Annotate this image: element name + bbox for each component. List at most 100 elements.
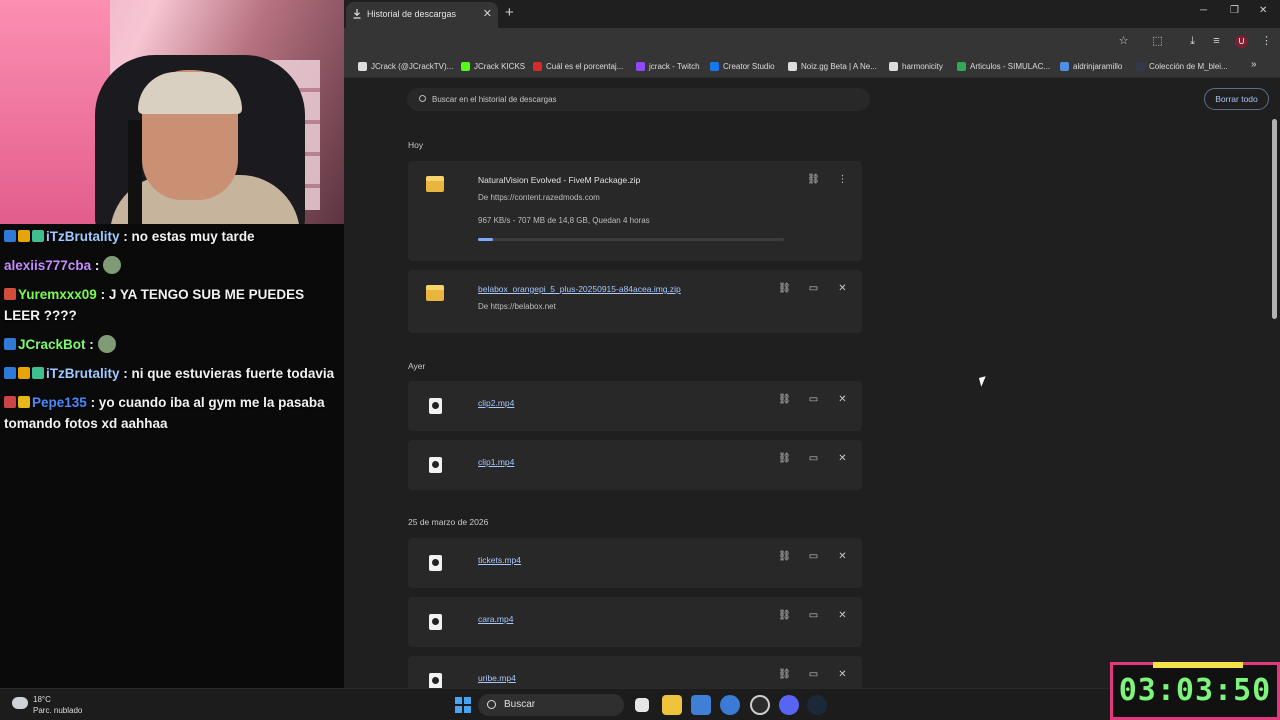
remove-item-icon[interactable]: ✕ <box>836 551 849 562</box>
bookmark-favicon-icon <box>957 62 966 71</box>
download-filename[interactable]: cara.mp4 <box>478 614 513 624</box>
download-item[interactable]: uribe.mp4 ⛓ ▭ ✕ <box>408 656 862 688</box>
bookmark-item[interactable]: JCrack KICKS <box>461 56 525 78</box>
copy-link-icon[interactable]: ⛓ <box>778 610 791 621</box>
download-source: De https://content.razedmods.com <box>478 193 600 202</box>
bookmark-label: JCrack KICKS <box>474 62 526 71</box>
folder-zip-icon <box>426 285 444 301</box>
clear-all-button[interactable]: Borrar todo <box>1204 88 1269 110</box>
copy-link-icon[interactable]: ⛓ <box>807 174 820 185</box>
cloud-icon <box>12 697 28 709</box>
taskbar-search[interactable]: Buscar <box>478 694 624 716</box>
close-window-button[interactable]: ✕ <box>1259 5 1267 16</box>
minimize-button[interactable]: ─ <box>1200 5 1207 16</box>
remove-item-icon[interactable]: ✕ <box>836 283 849 294</box>
show-in-folder-icon[interactable]: ▭ <box>807 453 820 464</box>
profile-avatar[interactable]: U <box>1235 35 1248 48</box>
bookmark-item[interactable]: jcrack - Twitch <box>636 56 700 78</box>
new-tab-button[interactable]: + <box>505 4 514 22</box>
bookmark-item[interactable]: JCrack (@JCrackTV)... <box>358 56 453 78</box>
discord-icon[interactable] <box>779 695 799 715</box>
copy-link-icon[interactable]: ⛓ <box>778 394 791 405</box>
bookmark-label: Noiz.gg Beta | A Ne... <box>801 62 877 71</box>
bookmark-item[interactable]: Colección de M_blei... <box>1136 56 1228 78</box>
date-group-header: Hoy <box>408 140 424 150</box>
bookmark-item[interactable]: Creator Studio <box>710 56 775 78</box>
bookmark-item[interactable]: harmonicity <box>889 56 943 78</box>
chrome-taskbar-icon[interactable] <box>720 695 740 715</box>
show-in-folder-icon[interactable]: ▭ <box>807 283 820 294</box>
copy-link-icon[interactable]: ⛓ <box>778 283 791 294</box>
bookmark-item[interactable]: Cuál es el porcentaj... <box>533 56 623 78</box>
chat-message: Yuremxxx09 : J YA TENGO SUB ME PUEDES LE… <box>0 282 344 328</box>
task-view-icon[interactable] <box>635 698 649 712</box>
bookmark-item[interactable]: aldrinjaramillo <box>1060 56 1122 78</box>
bookmarks-overflow-icon[interactable]: » <box>1251 59 1257 70</box>
scrollbar[interactable] <box>1272 119 1277 319</box>
bookmark-favicon-icon <box>533 62 542 71</box>
chat-badge-icon <box>18 230 30 242</box>
tab-downloads-history[interactable]: Historial de descargas ✕ <box>346 2 498 28</box>
bookmark-label: JCrack (@JCrackTV)... <box>371 62 454 71</box>
steam-icon[interactable] <box>807 695 827 715</box>
media-controls-icon[interactable]: ≡ <box>1210 35 1223 48</box>
bookmark-star-icon[interactable]: ☆ <box>1117 35 1130 48</box>
copy-link-icon[interactable]: ⛓ <box>778 669 791 680</box>
download-item[interactable]: belabox_orangepi_5_plus-20250915-a84acea… <box>408 270 862 333</box>
download-progress-bar <box>478 238 784 241</box>
more-options-icon[interactable]: ⋮ <box>836 174 849 185</box>
mail-icon[interactable] <box>691 695 711 715</box>
show-in-folder-icon[interactable]: ▭ <box>807 394 820 405</box>
remove-item-icon[interactable]: ✕ <box>836 610 849 621</box>
download-item[interactable]: tickets.mp4 ⛓ ▭ ✕ <box>408 538 862 588</box>
bookmark-label: Cuál es el porcentaj... <box>546 62 624 71</box>
chat-message: alexiis777cba : <box>0 253 344 278</box>
download-filename[interactable]: belabox_orangepi_5_plus-20250915-a84acea… <box>478 284 681 294</box>
chat-badge-icon <box>4 230 16 242</box>
taskbar-search-label: Buscar <box>504 699 536 710</box>
copy-link-icon[interactable]: ⛓ <box>778 551 791 562</box>
bookmark-item[interactable]: Articulos - SIMULAC... <box>957 56 1050 78</box>
downloads-search-input[interactable]: Buscar en el historial de descargas <box>407 88 870 111</box>
bookmark-item[interactable]: Noiz.gg Beta | A Ne... <box>788 56 877 78</box>
download-item[interactable]: cara.mp4 ⛓ ▭ ✕ <box>408 597 862 647</box>
date-group-header: 25 de marzo de 2026 <box>408 517 489 527</box>
app-icon[interactable] <box>750 695 770 715</box>
download-filename[interactable]: clip1.mp4 <box>478 457 514 467</box>
video-file-icon <box>429 555 442 571</box>
copy-link-icon[interactable]: ⛓ <box>778 453 791 464</box>
title-bar: Historial de descargas ✕ + ─ ❐ ✕ <box>344 0 1280 28</box>
start-button[interactable] <box>455 697 471 713</box>
show-in-folder-icon[interactable]: ▭ <box>807 551 820 562</box>
tab-close-icon[interactable]: ✕ <box>483 2 492 26</box>
download-filename[interactable]: tickets.mp4 <box>478 555 521 565</box>
chat-username: Yuremxxx09 <box>18 287 97 302</box>
download-item[interactable]: clip2.mp4 ⛓ ▭ ✕ <box>408 381 862 431</box>
remove-item-icon[interactable]: ✕ <box>836 669 849 680</box>
bookmark-favicon-icon <box>1060 62 1069 71</box>
download-item[interactable]: NaturalVision Evolved - FiveM Package.zi… <box>408 161 862 261</box>
file-explorer-icon[interactable] <box>662 695 682 715</box>
chat-username: Pepe135 <box>32 395 87 410</box>
weather-widget[interactable]: 18°C Parc. nublado <box>12 694 82 716</box>
remove-item-icon[interactable]: ✕ <box>836 453 849 464</box>
show-in-folder-icon[interactable]: ▭ <box>807 669 820 680</box>
download-item[interactable]: clip1.mp4 ⛓ ▭ ✕ <box>408 440 862 490</box>
downloads-toolbar-icon[interactable]: ⤓ <box>1186 35 1199 48</box>
download-filename[interactable]: clip2.mp4 <box>478 398 514 408</box>
video-file-icon <box>429 457 442 473</box>
download-filename[interactable]: uribe.mp4 <box>478 673 516 683</box>
restore-button[interactable]: ❐ <box>1230 5 1239 16</box>
remove-item-icon[interactable]: ✕ <box>836 394 849 405</box>
chat-message: Pepe135 : yo cuando iba al gym me la pas… <box>0 390 344 436</box>
download-status: 967 KB/s - 707 MB de 14,8 GB, Quedan 4 h… <box>478 216 650 225</box>
show-in-folder-icon[interactable]: ▭ <box>807 610 820 621</box>
browser-toolbar: ☆ ⬚ ⤓ ≡ U ⋮ <box>344 28 1280 56</box>
chat-badge-icon <box>18 367 30 379</box>
tab-title: Historial de descargas <box>367 9 457 19</box>
stream-chat: iTzBrutality : no estas muy tarde alexiis… <box>0 224 344 684</box>
timer-value: 03:03:50 <box>1118 673 1272 708</box>
extensions-icon[interactable]: ⬚ <box>1151 35 1164 48</box>
menu-icon[interactable]: ⋮ <box>1260 35 1273 48</box>
bookmark-favicon-icon <box>788 62 797 71</box>
